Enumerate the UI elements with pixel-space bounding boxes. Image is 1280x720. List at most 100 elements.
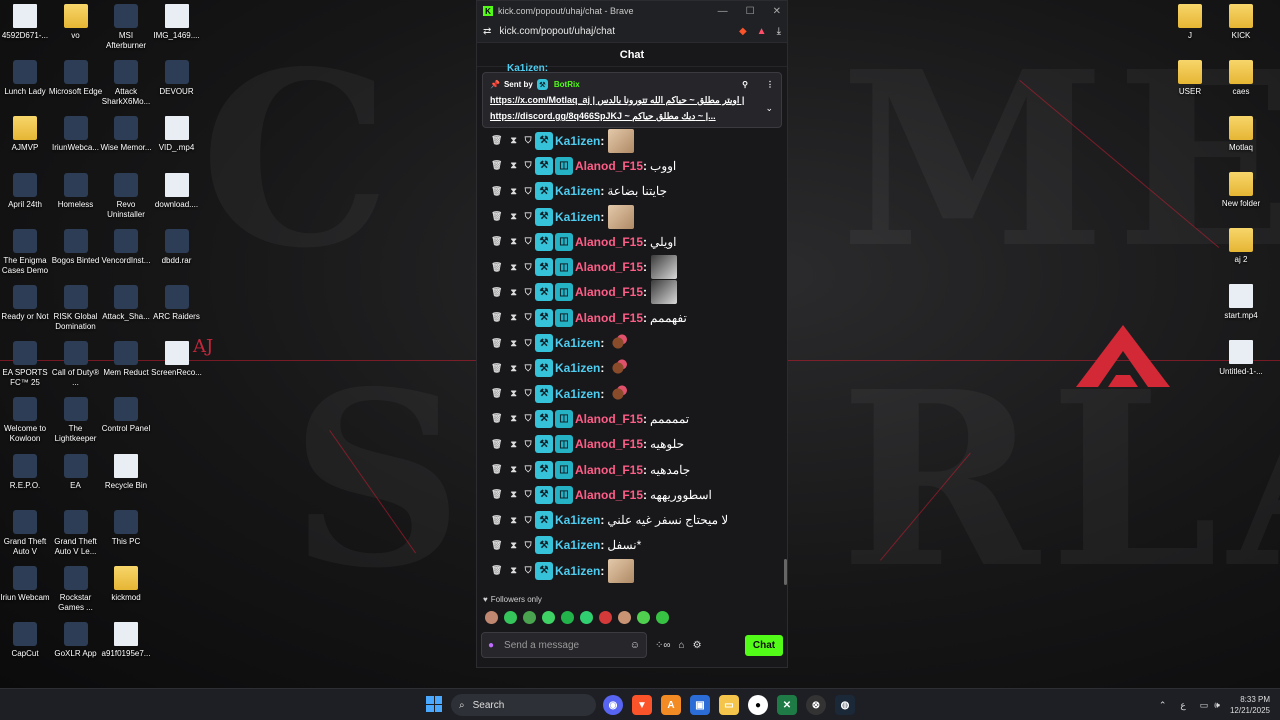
- volume-icon[interactable]: 🕪: [1214, 700, 1220, 711]
- desktop-icon[interactable]: New folder: [1214, 172, 1268, 209]
- timeout-icon[interactable]: ⧗: [510, 338, 516, 349]
- delete-icon[interactable]: 🗑: [491, 135, 502, 146]
- download-icon[interactable]: ⤓: [777, 26, 781, 37]
- desktop-icon[interactable]: The Lightkeeper: [49, 397, 103, 444]
- desktop-icon[interactable]: Microsoft Edge: [49, 60, 103, 97]
- chat-message[interactable]: 🗑 ⧗ ⛉ ⚒ ◫ Alanod_F15: اووب: [477, 153, 787, 178]
- ban-icon[interactable]: ⛉: [525, 312, 532, 323]
- app-icon[interactable]: ▣: [690, 695, 710, 715]
- site-settings-icon[interactable]: ⇄: [483, 26, 491, 37]
- ban-icon[interactable]: ⛉: [525, 565, 532, 576]
- emote-icon[interactable]: [523, 610, 536, 624]
- desktop-icon[interactable]: VID_.mp4: [150, 116, 204, 153]
- delete-icon[interactable]: 🗑: [491, 236, 502, 247]
- chat-message[interactable]: 🗑 ⧗ ⛉ ⚒ Ka1izen: *نسفل: [477, 533, 787, 558]
- chat-message[interactable]: 🗑 ⧗ ⛉ ⚒ ◫ Alanod_F15:: [477, 254, 787, 280]
- steam-icon[interactable]: ◍: [835, 695, 855, 715]
- chat-username[interactable]: Ka1izen: [555, 134, 600, 148]
- timeout-icon[interactable]: ⧗: [510, 236, 516, 247]
- desktop-icon[interactable]: ARC Raiders: [150, 285, 204, 322]
- mic-icon[interactable]: ●: [488, 640, 494, 651]
- minimize-icon[interactable]: —: [718, 6, 728, 17]
- desktop-icon[interactable]: dbdd.rar: [150, 228, 204, 266]
- chat-message[interactable]: 🗑 ⧗ ⛉ ⚒ Ka1izen: جايتنا بضاعة: [477, 179, 787, 204]
- timeout-icon[interactable]: ⧗: [510, 388, 516, 399]
- desktop-icon[interactable]: Welcome to Kowloon: [0, 397, 52, 444]
- chat-username[interactable]: Alanod_F15: [575, 285, 643, 299]
- desktop-icon[interactable]: IriunWebca...: [49, 116, 103, 153]
- timeout-icon[interactable]: ⧗: [510, 312, 516, 323]
- ban-icon[interactable]: ⛉: [525, 363, 532, 374]
- delete-icon[interactable]: 🗑: [491, 439, 502, 450]
- desktop-icon[interactable]: Untitled-1-...: [1214, 340, 1268, 377]
- chat-message[interactable]: 🗑 ⧗ ⛉ ⚒ Ka1izen:: [477, 330, 787, 355]
- delete-icon[interactable]: 🗑: [491, 489, 502, 500]
- chat-username[interactable]: Ka1izen: [555, 184, 600, 198]
- timeout-icon[interactable]: ⧗: [510, 489, 516, 500]
- desktop-icon[interactable]: download....: [150, 172, 204, 210]
- timeout-icon[interactable]: ⧗: [510, 135, 516, 146]
- chat-username[interactable]: Alanod_F15: [575, 463, 643, 477]
- delete-icon[interactable]: 🗑: [491, 515, 502, 526]
- desktop-icon[interactable]: kickmod: [99, 566, 153, 603]
- desktop-icon[interactable]: CapCut: [0, 622, 52, 659]
- timeout-icon[interactable]: ⧗: [510, 287, 516, 298]
- pinned-link-line1[interactable]: https://x.com/Motlaq_aj | اويتر مطلق ~ ح…: [490, 94, 745, 106]
- ban-icon[interactable]: ⛉: [525, 515, 532, 526]
- emote-icon[interactable]: [656, 610, 669, 624]
- timeout-icon[interactable]: ⧗: [510, 540, 516, 551]
- chat-username[interactable]: Alanod_F15: [575, 159, 643, 173]
- timeout-icon[interactable]: ⧗: [510, 439, 516, 450]
- chat-username[interactable]: Ka1izen: [555, 564, 600, 578]
- xbox-icon[interactable]: ⊗: [806, 695, 826, 715]
- delete-icon[interactable]: 🗑: [491, 413, 502, 424]
- chat-message[interactable]: 🗑 ⧗ ⛉ ⚒ ◫ Alanod_F15: جامدهيه: [477, 457, 787, 482]
- chat-message[interactable]: 🗑 ⧗ ⛉ ⚒ ◫ Alanod_F15: تفهممم: [477, 305, 787, 330]
- ban-icon[interactable]: ⛉: [525, 135, 532, 146]
- desktop-icon[interactable]: EA: [49, 453, 103, 491]
- ban-icon[interactable]: ⛉: [525, 236, 532, 247]
- desktop-icon[interactable]: Grand Theft Auto V Le...: [49, 509, 103, 557]
- chat-username[interactable]: Alanod_F15: [575, 260, 643, 274]
- timeout-icon[interactable]: ⧗: [510, 262, 516, 273]
- desktop-icon[interactable]: RISK Global Domination: [49, 285, 103, 332]
- desktop-icon[interactable]: Control Panel: [99, 397, 153, 434]
- kicks-icon[interactable]: ⁘∞: [655, 640, 671, 651]
- ban-icon[interactable]: ⛉: [525, 540, 532, 551]
- chat-username[interactable]: Alanod_F15: [575, 311, 643, 325]
- emote-icon[interactable]: [485, 610, 498, 624]
- discord-icon[interactable]: ◉: [603, 695, 623, 715]
- desktop-icon[interactable]: Lunch Lady: [0, 60, 52, 97]
- chat-username[interactable]: Ka1izen: [555, 387, 600, 401]
- network-icon[interactable]: ▭: [1200, 700, 1209, 711]
- emote-icon[interactable]: [599, 610, 612, 624]
- ban-icon[interactable]: ⛉: [525, 413, 532, 424]
- desktop-icon[interactable]: Attack SharkX6Mo...: [99, 60, 153, 107]
- desktop-icon[interactable]: USER: [1163, 60, 1217, 97]
- timeout-icon[interactable]: ⧗: [510, 515, 516, 526]
- ban-icon[interactable]: ⛉: [525, 388, 532, 399]
- ban-icon[interactable]: ⛉: [525, 186, 532, 197]
- desktop-icon[interactable]: DEVOUR: [150, 60, 204, 97]
- chat-username[interactable]: Ka1izen: [555, 361, 600, 375]
- desktop-icon[interactable]: Bogos Binted: [49, 228, 103, 266]
- brave-rewards-icon[interactable]: ▲: [757, 26, 767, 37]
- desktop-icon[interactable]: Rockstar Games ...: [49, 566, 103, 613]
- desktop-icon[interactable]: This PC: [99, 509, 153, 547]
- chat-username[interactable]: Alanod_F15: [575, 488, 643, 502]
- emote-icon[interactable]: [618, 610, 631, 624]
- desktop-icon[interactable]: Revo Uninstaller: [99, 172, 153, 220]
- delete-icon[interactable]: 🗑: [491, 211, 502, 222]
- chat-message[interactable]: 🗑 ⧗ ⛉ ⚒ ◫ Alanod_F15: تممممم: [477, 406, 787, 431]
- desktop-icon[interactable]: ScreenReco...: [150, 341, 204, 378]
- emote-icon[interactable]: [504, 610, 517, 624]
- chat-message[interactable]: 🗑 ⧗ ⛉ ⚒ Ka1izen:: [477, 128, 787, 153]
- pinned-link-line2[interactable]: https://discord.gg/8q466SpJKJ ~ ديك مطلق…: [490, 110, 745, 122]
- desktop-icon[interactable]: J: [1163, 4, 1217, 41]
- desktop-icon[interactable]: Homeless: [49, 172, 103, 210]
- send-chat-button[interactable]: Chat: [745, 634, 783, 656]
- maximize-icon[interactable]: ☐: [746, 6, 755, 17]
- brave-shield-icon[interactable]: ◆: [739, 26, 747, 37]
- iriun-icon[interactable]: ●: [748, 695, 768, 715]
- goxlr-icon[interactable]: ✕: [777, 695, 797, 715]
